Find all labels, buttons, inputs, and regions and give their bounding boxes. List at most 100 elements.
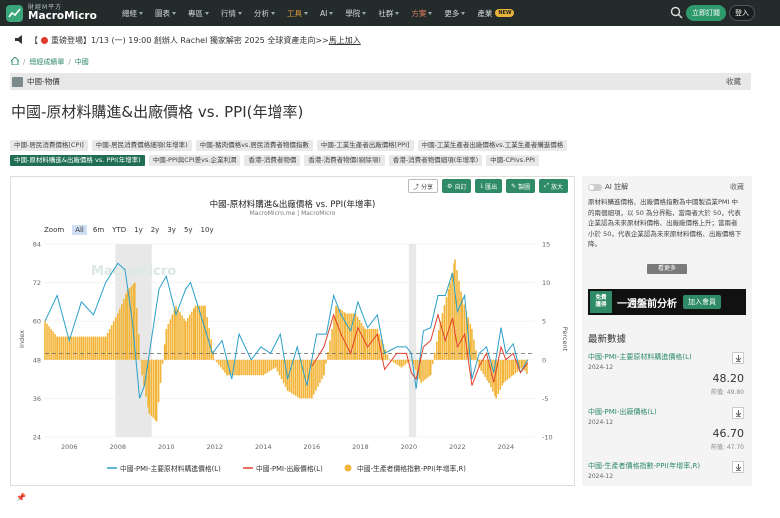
ppi-bar — [238, 359, 240, 376]
ppi-bar — [458, 280, 460, 360]
latest-data-name[interactable]: 中國-PMI-主要原材料購進價格(L) — [588, 352, 746, 362]
left-axis-tick: 48 — [33, 356, 41, 364]
latest-data-name[interactable]: 中國-生產者價格指數-PPI(年增率,R) — [588, 461, 746, 471]
breadcrumb: / 總經成績單 / 中國 — [9, 56, 89, 67]
ppi-bar — [374, 328, 377, 360]
ppi-bar — [155, 359, 158, 422]
subscribe-button[interactable]: 立即訂閱 — [686, 5, 726, 21]
ppi-bar — [148, 359, 151, 414]
ppi-bar — [276, 359, 279, 372]
nav-item[interactable]: AI — [320, 8, 334, 18]
ppi-bar — [262, 359, 265, 376]
main-nav: 總經 圖表 專區 行情 分析 工具 AI 學院 社群 方案 更多 產業 NEW — [122, 8, 526, 19]
related-chart-tag[interactable]: 中國-居民消費價格[CPI] — [10, 140, 88, 151]
ppi-bar — [137, 334, 140, 360]
new-badge: NEW — [495, 9, 515, 17]
ppi-bar — [177, 308, 179, 360]
related-chart-tag[interactable]: 香港-消費者物價 — [244, 155, 301, 166]
macromicro-logo[interactable]: 財經M平方 MacroMicro — [6, 4, 110, 22]
category-favorite-button[interactable]: 收藏 — [726, 76, 741, 87]
download-icon — [735, 409, 741, 417]
nav-item[interactable]: 圖表 — [155, 8, 176, 19]
related-chart-tag[interactable]: 香港-消費者物價(剔除項) — [304, 155, 385, 166]
download-data-button[interactable] — [732, 352, 744, 364]
latest-data-name[interactable]: 中國-PMI-出廠價格(L) — [588, 407, 746, 417]
nav-item[interactable]: 更多 — [444, 8, 466, 19]
nav-item[interactable]: 工具 — [287, 8, 308, 19]
ppi-bar — [522, 359, 524, 368]
ppi-bar — [486, 359, 489, 381]
ppi-bar — [184, 321, 187, 360]
page-title: 中國-原材料購進&出廠價格 vs. PPI(年增率) — [11, 103, 304, 121]
ppi-bar — [141, 359, 143, 376]
nav-item-label: AI — [320, 8, 328, 18]
ppi-bar — [499, 359, 502, 390]
left-axis-tick: 72 — [33, 279, 41, 287]
ppi-bar — [362, 326, 365, 360]
related-chart-tag[interactable]: 中國-工業生產者出廠價格vs.工業生產者購進價格 — [417, 140, 568, 151]
ppi-bar — [250, 359, 252, 376]
ppi-bar — [46, 323, 48, 360]
see-more-button[interactable]: 看更多 — [647, 264, 687, 274]
ppi-bar — [364, 328, 366, 360]
related-chart-tag[interactable]: 中國-原材料購進&出廠價格 vs. PPI(年增率) — [10, 155, 145, 166]
announcement-prefix: 【 — [30, 35, 38, 45]
related-chart-tag[interactable]: 中國-居民消費價格細項(年增率) — [91, 140, 192, 151]
nav-item-label: 行情 — [221, 8, 236, 18]
nav-item[interactable]: 分析 — [254, 8, 275, 19]
latest-data-previous: 前值: 47.70 — [710, 444, 744, 451]
nav-item[interactable]: 方案 — [411, 8, 433, 19]
ppi-bar — [394, 359, 397, 364]
related-chart-tag[interactable]: 中國-工業生產者出廠價格[PPI] — [316, 140, 414, 151]
breadcrumb-item[interactable]: 中國 — [75, 57, 89, 67]
nav-item[interactable]: 總經 — [122, 8, 143, 19]
latest-data-item[interactable]: 中國-PMI-出廠價格(L) 2024-12 46.70 前值: 47.70 — [588, 407, 746, 451]
ppi-bar — [62, 336, 64, 360]
breadcrumb-item[interactable]: 總經成績單 — [29, 57, 64, 67]
join-member-button[interactable]: 加入會員 — [683, 295, 721, 309]
chevron-down-icon — [395, 11, 400, 15]
ppi-bar — [344, 313, 347, 360]
download-icon — [735, 354, 741, 362]
ai-favorite-button[interactable]: 收藏 — [730, 182, 744, 192]
related-chart-tag[interactable]: 香港-消費者物價細項(年增率) — [388, 155, 483, 166]
latest-data-item[interactable]: 中國-PMI-主要原材料購進價格(L) 2024-12 48.20 前值: 49.80 — [588, 352, 746, 396]
search-icon[interactable] — [670, 6, 683, 19]
nav-item-label: 工具 — [287, 8, 302, 18]
ppi-bar — [190, 311, 193, 360]
nav-item[interactable]: 社群 — [378, 8, 400, 19]
nav-item[interactable]: 行情 — [221, 8, 242, 19]
chart-plot[interactable]: MacroMicro 24 36 48 60 72 84 -10 -5 0 5 10 15 2006 200… — [11, 177, 574, 485]
latest-data-item[interactable]: 中國-生產者價格指數-PPI(年增率,R) 2024-12 — [588, 461, 746, 480]
ppi-bar — [260, 359, 263, 376]
download-data-button[interactable] — [732, 407, 744, 419]
ppi-bar — [264, 359, 267, 374]
ppi-bar — [218, 359, 220, 365]
ppi-bar — [268, 359, 271, 372]
nav-item-label: 分析 — [254, 8, 269, 18]
chart-watermark: MacroMicro — [91, 264, 176, 279]
chevron-down-icon — [329, 11, 334, 15]
ai-notes-toggle[interactable] — [588, 183, 602, 191]
ppi-bar — [454, 259, 456, 360]
announcement-join-link[interactable]: 馬上加入 — [329, 35, 361, 46]
ppi-bar — [360, 323, 363, 360]
category-label[interactable]: 中國-物價 — [27, 76, 60, 87]
related-chart-tag[interactable]: 中國-豬肉價格vs.居民消費者物價指數 — [195, 140, 313, 151]
nav-item[interactable]: 學院 — [345, 8, 367, 19]
nav-item[interactable]: 產業 NEW — [477, 8, 515, 19]
related-chart-tag[interactable]: 中國-CPIvs.PPI — [486, 155, 539, 166]
ppi-bar — [266, 359, 269, 373]
nav-item[interactable]: 專區 — [188, 8, 209, 19]
latest-data-title: 最新數據 — [588, 334, 627, 345]
login-button[interactable]: 登入 — [729, 5, 755, 21]
ppi-bar — [384, 349, 387, 360]
pin-icon[interactable]: 📌 — [16, 493, 26, 502]
ppi-bar — [414, 359, 417, 370]
related-chart-tag[interactable]: 中國-PPI與CPI差vs.企業利潤 — [148, 155, 241, 166]
ppi-bar — [447, 289, 450, 360]
megaphone-icon — [14, 34, 24, 46]
home-icon[interactable] — [9, 56, 21, 67]
download-data-button[interactable] — [732, 461, 744, 473]
promo-banner[interactable]: 免費 獲得 一週盤前分析 加入會員 — [588, 289, 746, 315]
